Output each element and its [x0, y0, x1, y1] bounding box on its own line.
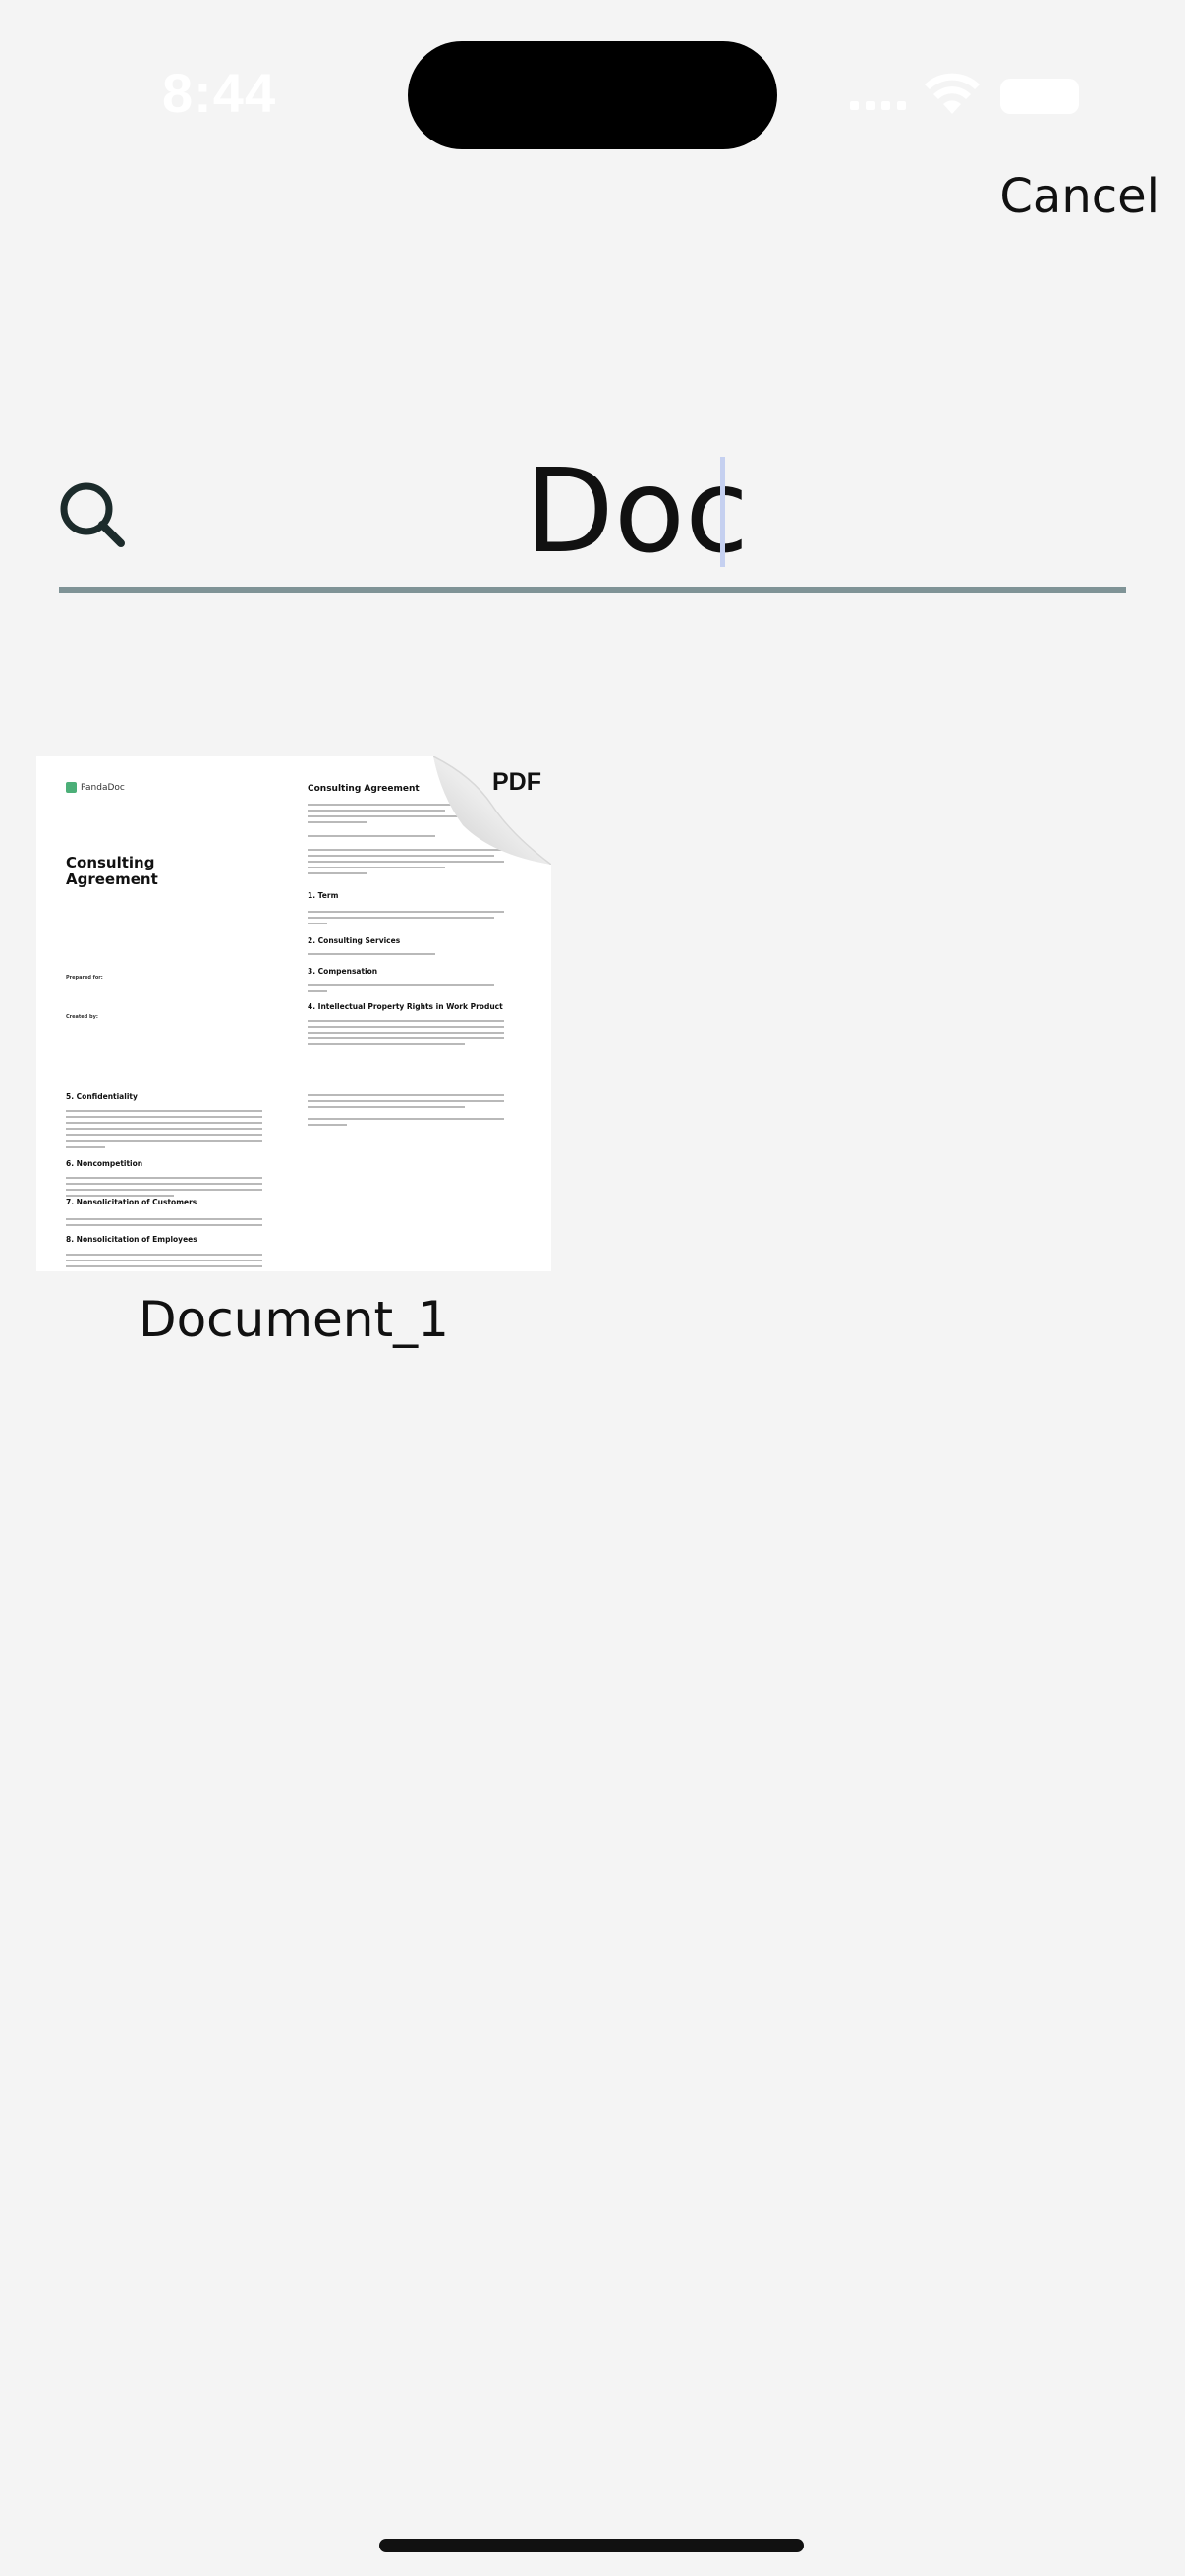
search-result-item[interactable]: PandaDoc Consulting Agreement Prepared f… — [36, 756, 551, 1348]
created-by-label: Created by: — [66, 1014, 98, 1020]
search-input[interactable] — [147, 442, 1126, 580]
section-heading: 7. Nonsolicitation of Customers — [66, 1198, 198, 1206]
cancel-button[interactable]: Cancel — [999, 169, 1159, 224]
prepared-for-label: Prepared for: — [66, 975, 103, 980]
battery-icon — [1000, 79, 1079, 114]
search-underline — [59, 587, 1126, 593]
screen: 8:44 Cancel PandaDoc Consulting Agreemen… — [0, 0, 1185, 2576]
pandadoc-logo: PandaDoc — [66, 782, 125, 793]
text-cursor — [720, 457, 725, 567]
wifi-icon — [925, 73, 980, 114]
section-heading: 6. Noncompetition — [66, 1159, 143, 1168]
document-name: Document_1 — [139, 1291, 449, 1348]
page-title: Consulting Agreement — [308, 784, 420, 794]
dynamic-island — [408, 41, 777, 149]
section-heading: 5. Confidentiality — [66, 1092, 138, 1101]
status-time: 8:44 — [162, 62, 277, 124]
home-indicator[interactable] — [379, 2539, 804, 2552]
section-heading: 1. Term — [308, 891, 339, 900]
pdf-badge: PDF — [492, 768, 541, 796]
section-heading: 2. Consulting Services — [308, 936, 401, 945]
search-icon — [60, 482, 125, 547]
section-heading: 3. Compensation — [308, 967, 378, 976]
document-thumbnail: PandaDoc Consulting Agreement Prepared f… — [36, 756, 551, 1271]
section-heading: 8. Nonsolicitation of Employees — [66, 1235, 198, 1244]
cover-title: Consulting Agreement — [66, 854, 158, 888]
search-bar — [59, 422, 1126, 599]
cellular-signal-icon — [850, 100, 907, 110]
section-heading: 4. Intellectual Property Rights in Work … — [308, 1002, 503, 1011]
